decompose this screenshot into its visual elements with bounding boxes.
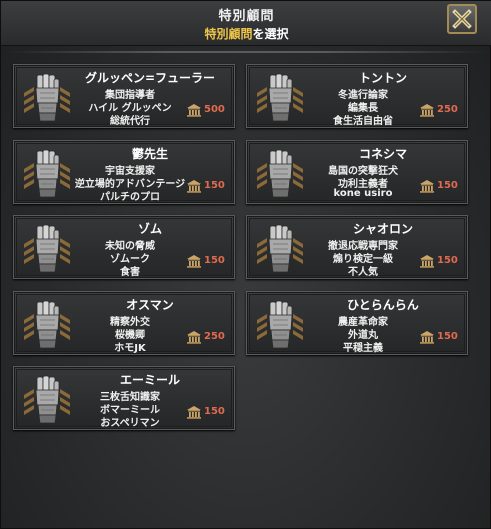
fist-portrait-icon xyxy=(24,73,70,122)
advisor-trait: 総統代行 xyxy=(110,116,150,127)
fist-portrait-icon xyxy=(24,149,70,198)
fist-portrait-icon xyxy=(24,375,70,424)
fist-portrait-icon xyxy=(257,300,303,349)
subtitle-highlight: 特別顧問 xyxy=(204,27,253,41)
advisor-card[interactable]: トントン 冬進行論家 編集長 食生活自由省 250 xyxy=(246,64,468,128)
political-power-cost: 150 xyxy=(186,179,234,195)
advisor-name: トントン xyxy=(358,71,407,85)
political-power-icon xyxy=(420,104,434,117)
cost-value: 250 xyxy=(204,331,225,342)
advisor-card[interactable]: コネシマ 島国の突撃狂犬 功利主義者 kone usiro 150 xyxy=(246,140,468,204)
advisor-trait: 食害 xyxy=(120,267,140,278)
advisor-card[interactable]: オスマン 精察外交 桜機卿 ホモJK 250 xyxy=(13,291,235,355)
advisor-name: グルッペン=フューラー xyxy=(84,71,216,85)
advisor-name: 鬱先生 xyxy=(131,147,168,161)
political-power-cost: 150 xyxy=(419,179,467,195)
political-power-icon xyxy=(420,255,434,268)
fist-portrait-icon xyxy=(24,224,70,273)
political-power-icon xyxy=(187,104,201,117)
fist-portrait-icon xyxy=(257,224,303,273)
advisor-name: シャオロン xyxy=(352,222,413,236)
advisor-card[interactable]: シャオロン 撤退応戦専門家 煽り検定一級 不人気 150 xyxy=(246,215,468,279)
political-power-icon xyxy=(187,180,201,193)
cost-value: 150 xyxy=(204,406,225,417)
cost-value: 150 xyxy=(204,255,225,266)
cost-value: 150 xyxy=(204,180,225,191)
advisor-name: エーミール xyxy=(119,373,180,387)
titlebar: 特別顧問 特別顧問を選択 xyxy=(1,1,491,46)
advisor-trait: 平穏主義 xyxy=(343,343,383,354)
divider xyxy=(7,51,486,53)
political-power-icon xyxy=(420,180,434,193)
advisor-name: ひとらんらん xyxy=(347,298,419,312)
political-power-cost: 150 xyxy=(186,405,234,421)
political-power-icon xyxy=(187,255,201,268)
advisor-trait: kone usiro xyxy=(333,188,393,199)
political-power-cost: 500 xyxy=(186,103,234,119)
political-power-cost: 150 xyxy=(186,254,234,270)
fist-portrait-icon xyxy=(24,300,70,349)
fist-portrait-icon xyxy=(257,73,303,122)
advisor-card[interactable]: 鬱先生 宇宙支援家 逆立場的アドバンテージ パルチのプロ 150 xyxy=(13,140,235,204)
subtitle-rest: を選択 xyxy=(252,27,289,41)
advisor-trait: ホモJK xyxy=(114,343,146,354)
advisor-select-window: 特別顧問 特別顧問を選択 グルッペン=フューラー 集団指導者 ハイル グルッペン… xyxy=(0,0,491,529)
advisor-name: オスマン xyxy=(126,298,174,312)
political-power-icon xyxy=(420,331,434,344)
political-power-icon xyxy=(187,406,201,419)
close-button[interactable] xyxy=(447,4,477,34)
cost-value: 150 xyxy=(437,180,458,191)
window-subtitle: 特別顧問を選択 xyxy=(1,25,491,42)
political-power-cost: 250 xyxy=(419,103,467,119)
cost-value: 500 xyxy=(204,104,225,115)
cost-value: 250 xyxy=(437,104,458,115)
political-power-icon xyxy=(187,331,201,344)
advisor-card[interactable]: ひとらんらん 農産革命家 外道丸 平穏主義 150 xyxy=(246,291,468,355)
advisor-card[interactable]: グルッペン=フューラー 集団指導者 ハイル グルッペン 総統代行 500 xyxy=(13,64,235,128)
advisor-name: コネシマ xyxy=(358,147,407,161)
political-power-cost: 250 xyxy=(186,330,234,346)
cost-value: 150 xyxy=(437,331,458,342)
advisor-trait: パルチのプロ xyxy=(100,192,160,203)
advisor-trait: 不人気 xyxy=(348,267,378,278)
advisor-card[interactable]: エーミール 三枚舌知識家 ボマーミール おスペリマン 150 xyxy=(13,366,235,430)
advisor-trait: おスペリマン xyxy=(100,418,160,429)
advisor-name: ゾム xyxy=(137,222,162,236)
close-x-icon xyxy=(452,9,472,29)
political-power-cost: 150 xyxy=(419,330,467,346)
cost-value: 150 xyxy=(437,255,458,266)
window-title: 特別顧問 xyxy=(218,9,275,24)
political-power-cost: 150 xyxy=(419,254,467,270)
advisor-trait: 食生活自由省 xyxy=(333,116,393,127)
advisor-card[interactable]: ゾム 未知の脅威 ゾムーク 食害 150 xyxy=(13,215,235,279)
fist-portrait-icon xyxy=(257,149,303,198)
